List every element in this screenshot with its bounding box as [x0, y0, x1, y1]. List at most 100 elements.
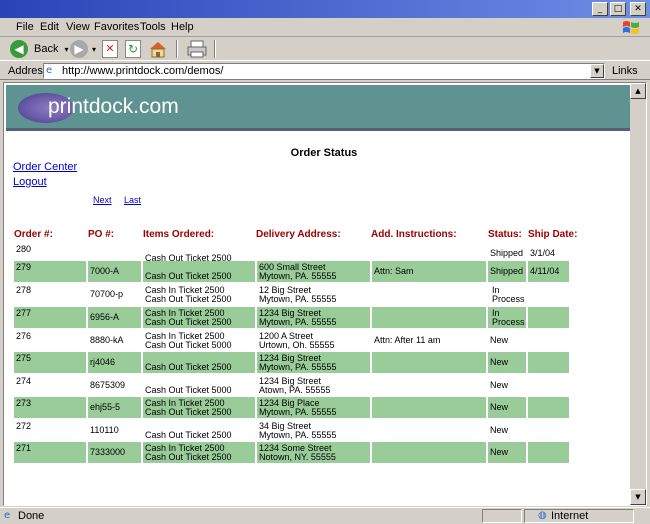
status-bar: e Done ◍ Internet	[0, 507, 650, 524]
scroll-up-icon[interactable]: ▲	[630, 83, 646, 99]
instructions-cell-line: Attn: After 11 am	[374, 335, 441, 345]
menu-view[interactable]: View	[66, 21, 90, 33]
order-number-cell-line: 280	[16, 244, 32, 254]
ship-date-cell	[528, 307, 569, 328]
po-number-cell-line: 7000-A	[90, 266, 120, 276]
delivery-address-cell-line: Atown, PA. 55555	[259, 385, 331, 395]
delivery-address-cell: 12 Big Street Mytown, PA. 55555	[257, 284, 370, 305]
forward-dropdown-icon[interactable]: ▾	[92, 45, 96, 54]
menu-favorites[interactable]: Favorites	[94, 21, 139, 33]
back-dropdown-icon[interactable]: ▾	[64, 45, 68, 54]
home-button[interactable]	[148, 39, 168, 59]
po-number-cell: rj4046	[88, 352, 141, 373]
refresh-icon: ↻	[125, 40, 141, 58]
items-ordered-cell-line: Cash Out Ticket 2500	[145, 271, 232, 281]
menu-tools[interactable]: Tools	[140, 21, 166, 33]
status-cell-line: In Process	[492, 285, 525, 304]
delivery-address-cell-line: Mytown, PA. 55555	[259, 430, 337, 440]
minimize-button[interactable]: _	[592, 2, 608, 16]
address-bar: Address e http://www.printdock.com/demos…	[0, 60, 650, 80]
order-center-link[interactable]: Order Center	[13, 161, 77, 173]
print-button[interactable]	[186, 39, 208, 59]
toolbar: ◀ Back ▾ ▶ ▾ ✕ ↻	[0, 38, 650, 60]
items-ordered-cell: Cash Out Ticket 5000	[143, 375, 255, 396]
delivery-address-cell-line: Urtown, Oh. 55555	[259, 340, 335, 350]
status-cell: In Process	[488, 284, 526, 305]
order-number-cell: 277	[14, 307, 86, 328]
status-cell-line: In Process	[492, 308, 525, 327]
delivery-address-cell: 1234 Big Street Mytown, PA. 55555	[257, 307, 370, 328]
ship-date-cell	[528, 375, 569, 396]
back-button[interactable]: ◀ Back ▾	[10, 39, 68, 59]
delivery-address-cell: 34 Big Street Mytown, PA. 55555	[257, 420, 370, 441]
status-cell: New	[488, 375, 526, 396]
delivery-address-cell-line: Mytown, PA. 55555	[259, 294, 337, 304]
status-cell-line: New	[490, 380, 509, 390]
address-url: http://www.printdock.com/demos/	[62, 65, 224, 77]
delivery-address-cell: 1234 Big Street Atown, PA. 55555	[257, 375, 370, 396]
po-number-cell: 6956-A	[88, 307, 141, 328]
items-ordered-cell-line: Cash Out Ticket 2500	[145, 294, 232, 304]
po-number-cell-line: 8880-kA	[90, 335, 124, 345]
site-banner: printdock.com	[6, 85, 630, 131]
order-number-cell: 279	[14, 261, 86, 282]
po-number-cell: 8880-kA	[88, 330, 141, 351]
po-number-cell-line: 8675309	[90, 380, 126, 390]
forward-arrow-icon: ▶	[70, 40, 88, 58]
links-toolbar-button[interactable]: Links	[612, 65, 638, 77]
order-number-cell: 278	[14, 284, 86, 305]
col-po-number: PO #:	[88, 229, 115, 240]
delivery-address-cell-line: Mytown, PA. 55555	[259, 271, 337, 281]
status-text: Done	[18, 510, 45, 522]
items-ordered-cell-line: Cash Out Ticket 5000	[145, 385, 232, 395]
delivery-address-cell: 1234 Big Place Mytown, PA. 55555	[257, 397, 370, 418]
menu-edit[interactable]: Edit	[40, 21, 59, 33]
po-number-cell: 110110	[88, 420, 141, 441]
delivery-address-cell-line: Notown, NY. 55555	[259, 452, 336, 462]
items-ordered-cell-line: Cash Out Ticket 2500	[145, 430, 232, 440]
instructions-cell	[372, 397, 486, 418]
site-logo[interactable]: printdock.com	[48, 95, 179, 119]
menu-file[interactable]: File	[16, 21, 34, 33]
maximize-button[interactable]: □	[610, 2, 626, 16]
po-number-cell-line: 110110	[90, 425, 119, 435]
order-number-cell-line: 277	[16, 308, 32, 318]
col-ship-date: Ship Date:	[528, 229, 578, 240]
items-ordered-cell-line: Cash Out Ticket 2500	[145, 407, 232, 417]
refresh-button[interactable]: ↻	[125, 39, 141, 59]
scroll-down-icon[interactable]: ▼	[630, 489, 646, 505]
items-ordered-cell: Cash Out Ticket 2500	[143, 352, 255, 373]
items-ordered-cell-line: Cash Out Ticket 2500	[145, 452, 232, 462]
status-cell-line: Shipped	[490, 248, 524, 258]
delivery-address-cell-line: Mytown, PA. 55555	[259, 362, 337, 372]
address-dropdown-icon[interactable]: ▼	[590, 64, 604, 78]
status-cell: New	[488, 397, 526, 418]
close-button[interactable]: ✕	[630, 2, 646, 16]
title-bar: _ □ ✕	[0, 0, 650, 18]
vertical-scrollbar[interactable]: ▲ ▼	[630, 83, 646, 505]
ship-date-cell	[528, 284, 569, 305]
items-ordered-cell-line: Cash Out Ticket 2500	[145, 317, 232, 327]
page-viewport: printdock.com Order Status Order Center …	[3, 82, 647, 506]
items-ordered-cell: Cash In Ticket 2500 Cash Out Ticket 5000	[143, 330, 255, 351]
ship-date-cell-line: 4/11/04	[530, 266, 560, 276]
status-cell: New	[488, 420, 526, 441]
back-arrow-icon: ◀	[10, 40, 28, 58]
order-number-cell: 276	[14, 330, 86, 351]
forward-button[interactable]: ▶ ▾	[70, 39, 96, 59]
internet-zone-icon: ◍	[538, 510, 547, 521]
order-number-cell: 271	[14, 442, 86, 463]
instructions-cell	[372, 375, 486, 396]
menu-help[interactable]: Help	[171, 21, 194, 33]
stop-button[interactable]: ✕	[102, 39, 118, 59]
order-number-cell-line: 279	[16, 262, 32, 272]
address-input[interactable]: e http://www.printdock.com/demos/ ▼	[43, 63, 605, 79]
logout-link[interactable]: Logout	[13, 176, 47, 188]
last-page-link[interactable]: Last	[124, 195, 141, 205]
delivery-address-cell-line: Mytown, PA. 55555	[259, 317, 337, 327]
order-number-cell-line: 276	[16, 331, 32, 341]
col-order-number: Order #:	[14, 229, 53, 240]
next-page-link[interactable]: Next	[93, 195, 112, 205]
status-cell-line: Shipped	[490, 266, 524, 276]
items-ordered-cell-line: Cash Out Ticket 5000	[145, 340, 232, 350]
